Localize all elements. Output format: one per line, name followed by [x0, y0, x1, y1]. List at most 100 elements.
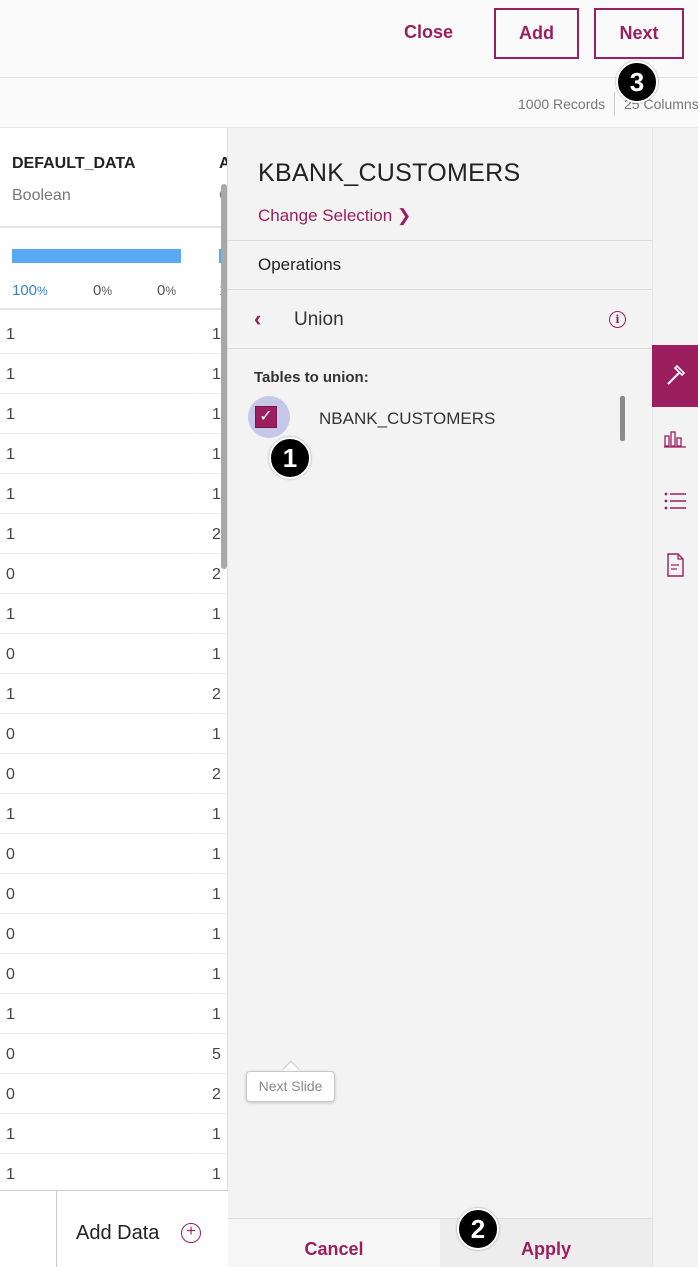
cell-separator [194, 1034, 196, 1074]
table-row[interactable]: 11 [0, 474, 228, 514]
table-row[interactable]: 05 [0, 1034, 228, 1074]
next-button[interactable]: Next [594, 8, 684, 59]
table-cell: 5 [212, 1046, 221, 1063]
change-selection-link[interactable]: Change Selection ❯ [258, 206, 411, 226]
table-row[interactable]: 11 [0, 1114, 228, 1154]
grid-rows: 1111111111120211011201021101010101110502… [0, 314, 228, 1188]
table-row[interactable]: 11 [0, 794, 228, 834]
step-marker: 1 [269, 437, 311, 479]
table-row[interactable]: 12 [0, 674, 228, 714]
table-cell: 1 [6, 686, 15, 703]
chevron-left-icon[interactable]: ‹ [254, 306, 261, 332]
cell-separator [194, 314, 196, 354]
divider [228, 348, 652, 349]
table-cell: 1 [212, 1006, 221, 1023]
table-cell: 2 [212, 1086, 221, 1103]
panel-footer: Cancel Apply [228, 1218, 652, 1267]
info-bar: 1000 Records 25 Columns [0, 78, 698, 128]
add-button[interactable]: Add [494, 8, 579, 59]
table-cell: 0 [6, 566, 15, 583]
cell-separator [194, 1074, 196, 1114]
table-name[interactable]: NBANK_CUSTOMERS [319, 409, 495, 429]
table-cell: 0 [6, 926, 15, 943]
table-cell: 1 [6, 1006, 15, 1023]
table-row[interactable]: 11 [0, 1154, 228, 1188]
panel-title: KBANK_CUSTOMERS [258, 159, 521, 187]
cell-separator [194, 794, 196, 834]
table-cell: 0 [6, 1046, 15, 1063]
cell-separator [194, 954, 196, 994]
column-header-name[interactable]: DEFAULT_DATA [12, 155, 136, 173]
table-cell: 1 [212, 726, 221, 743]
table-cell: 2 [212, 686, 221, 703]
table-cell: 1 [6, 486, 15, 503]
chevron-right-icon: ❯ [396, 206, 412, 225]
list-icon[interactable] [662, 488, 688, 514]
bar-chart-icon[interactable] [662, 426, 688, 452]
table-row[interactable]: 11 [0, 434, 228, 474]
table-cell: 1 [212, 886, 221, 903]
table-row[interactable]: 02 [0, 754, 228, 794]
cell-separator [194, 594, 196, 634]
table-row[interactable]: 11 [0, 394, 228, 434]
close-button[interactable]: Close [404, 22, 453, 43]
table-row[interactable]: 11 [0, 314, 228, 354]
table-row[interactable]: 02 [0, 1074, 228, 1114]
table-cell: 1 [212, 1126, 221, 1143]
table-row[interactable]: 01 [0, 714, 228, 754]
step-marker: 3 [616, 61, 658, 103]
cell-separator [194, 514, 196, 554]
tooltip: Next Slide [246, 1071, 335, 1102]
table-row[interactable]: 01 [0, 954, 228, 994]
cell-separator [194, 834, 196, 874]
divider [228, 240, 652, 241]
table-row[interactable]: 11 [0, 354, 228, 394]
divider [56, 1191, 57, 1267]
divider [228, 289, 652, 290]
divider [0, 226, 228, 228]
table-row[interactable]: 01 [0, 914, 228, 954]
cell-separator [194, 634, 196, 674]
cell-separator [194, 554, 196, 594]
table-cell: 0 [6, 646, 15, 663]
list-scrollbar[interactable] [620, 396, 625, 441]
cancel-button[interactable]: Cancel [228, 1219, 440, 1267]
table-row[interactable]: 01 [0, 834, 228, 874]
table-checkbox[interactable]: ✓ [255, 406, 277, 428]
add-circle-icon[interactable]: + [181, 1223, 201, 1243]
table-cell: 2 [212, 526, 221, 543]
hammer-icon[interactable] [662, 362, 688, 388]
invalid-percent: 0% [93, 282, 113, 299]
add-data-button[interactable]: Add Data [76, 1222, 159, 1245]
table-cell: 1 [6, 606, 15, 623]
table-cell: 1 [212, 486, 221, 503]
table-row[interactable]: 12 [0, 514, 228, 554]
document-icon[interactable] [662, 552, 688, 578]
data-grid: DEFAULT_DATA Boolean A C 100% 0% 0% 1 11… [0, 128, 228, 1188]
missing-percent: 0% [157, 282, 177, 299]
table-row[interactable]: 01 [0, 634, 228, 674]
table-cell: 1 [212, 646, 221, 663]
column-header-type: Boolean [12, 187, 71, 204]
table-row[interactable]: 11 [0, 594, 228, 634]
table-cell: 1 [212, 326, 221, 343]
info-icon[interactable]: i [609, 311, 626, 328]
table-cell: 1 [212, 406, 221, 423]
table-cell: 1 [6, 366, 15, 383]
top-toolbar: Close Add Next [0, 0, 698, 78]
table-cell: 0 [6, 966, 15, 983]
table-cell: 0 [6, 886, 15, 903]
table-row[interactable]: 11 [0, 994, 228, 1034]
table-cell: 1 [212, 446, 221, 463]
info-divider [614, 92, 615, 116]
table-cell: 1 [212, 366, 221, 383]
table-cell: 0 [6, 1086, 15, 1103]
table-cell: 2 [212, 766, 221, 783]
cell-separator [194, 474, 196, 514]
table-row[interactable]: 02 [0, 554, 228, 594]
table-cell: 0 [6, 726, 15, 743]
divider [0, 308, 228, 310]
table-row[interactable]: 01 [0, 874, 228, 914]
cell-separator [194, 354, 196, 394]
cell-separator [194, 394, 196, 434]
